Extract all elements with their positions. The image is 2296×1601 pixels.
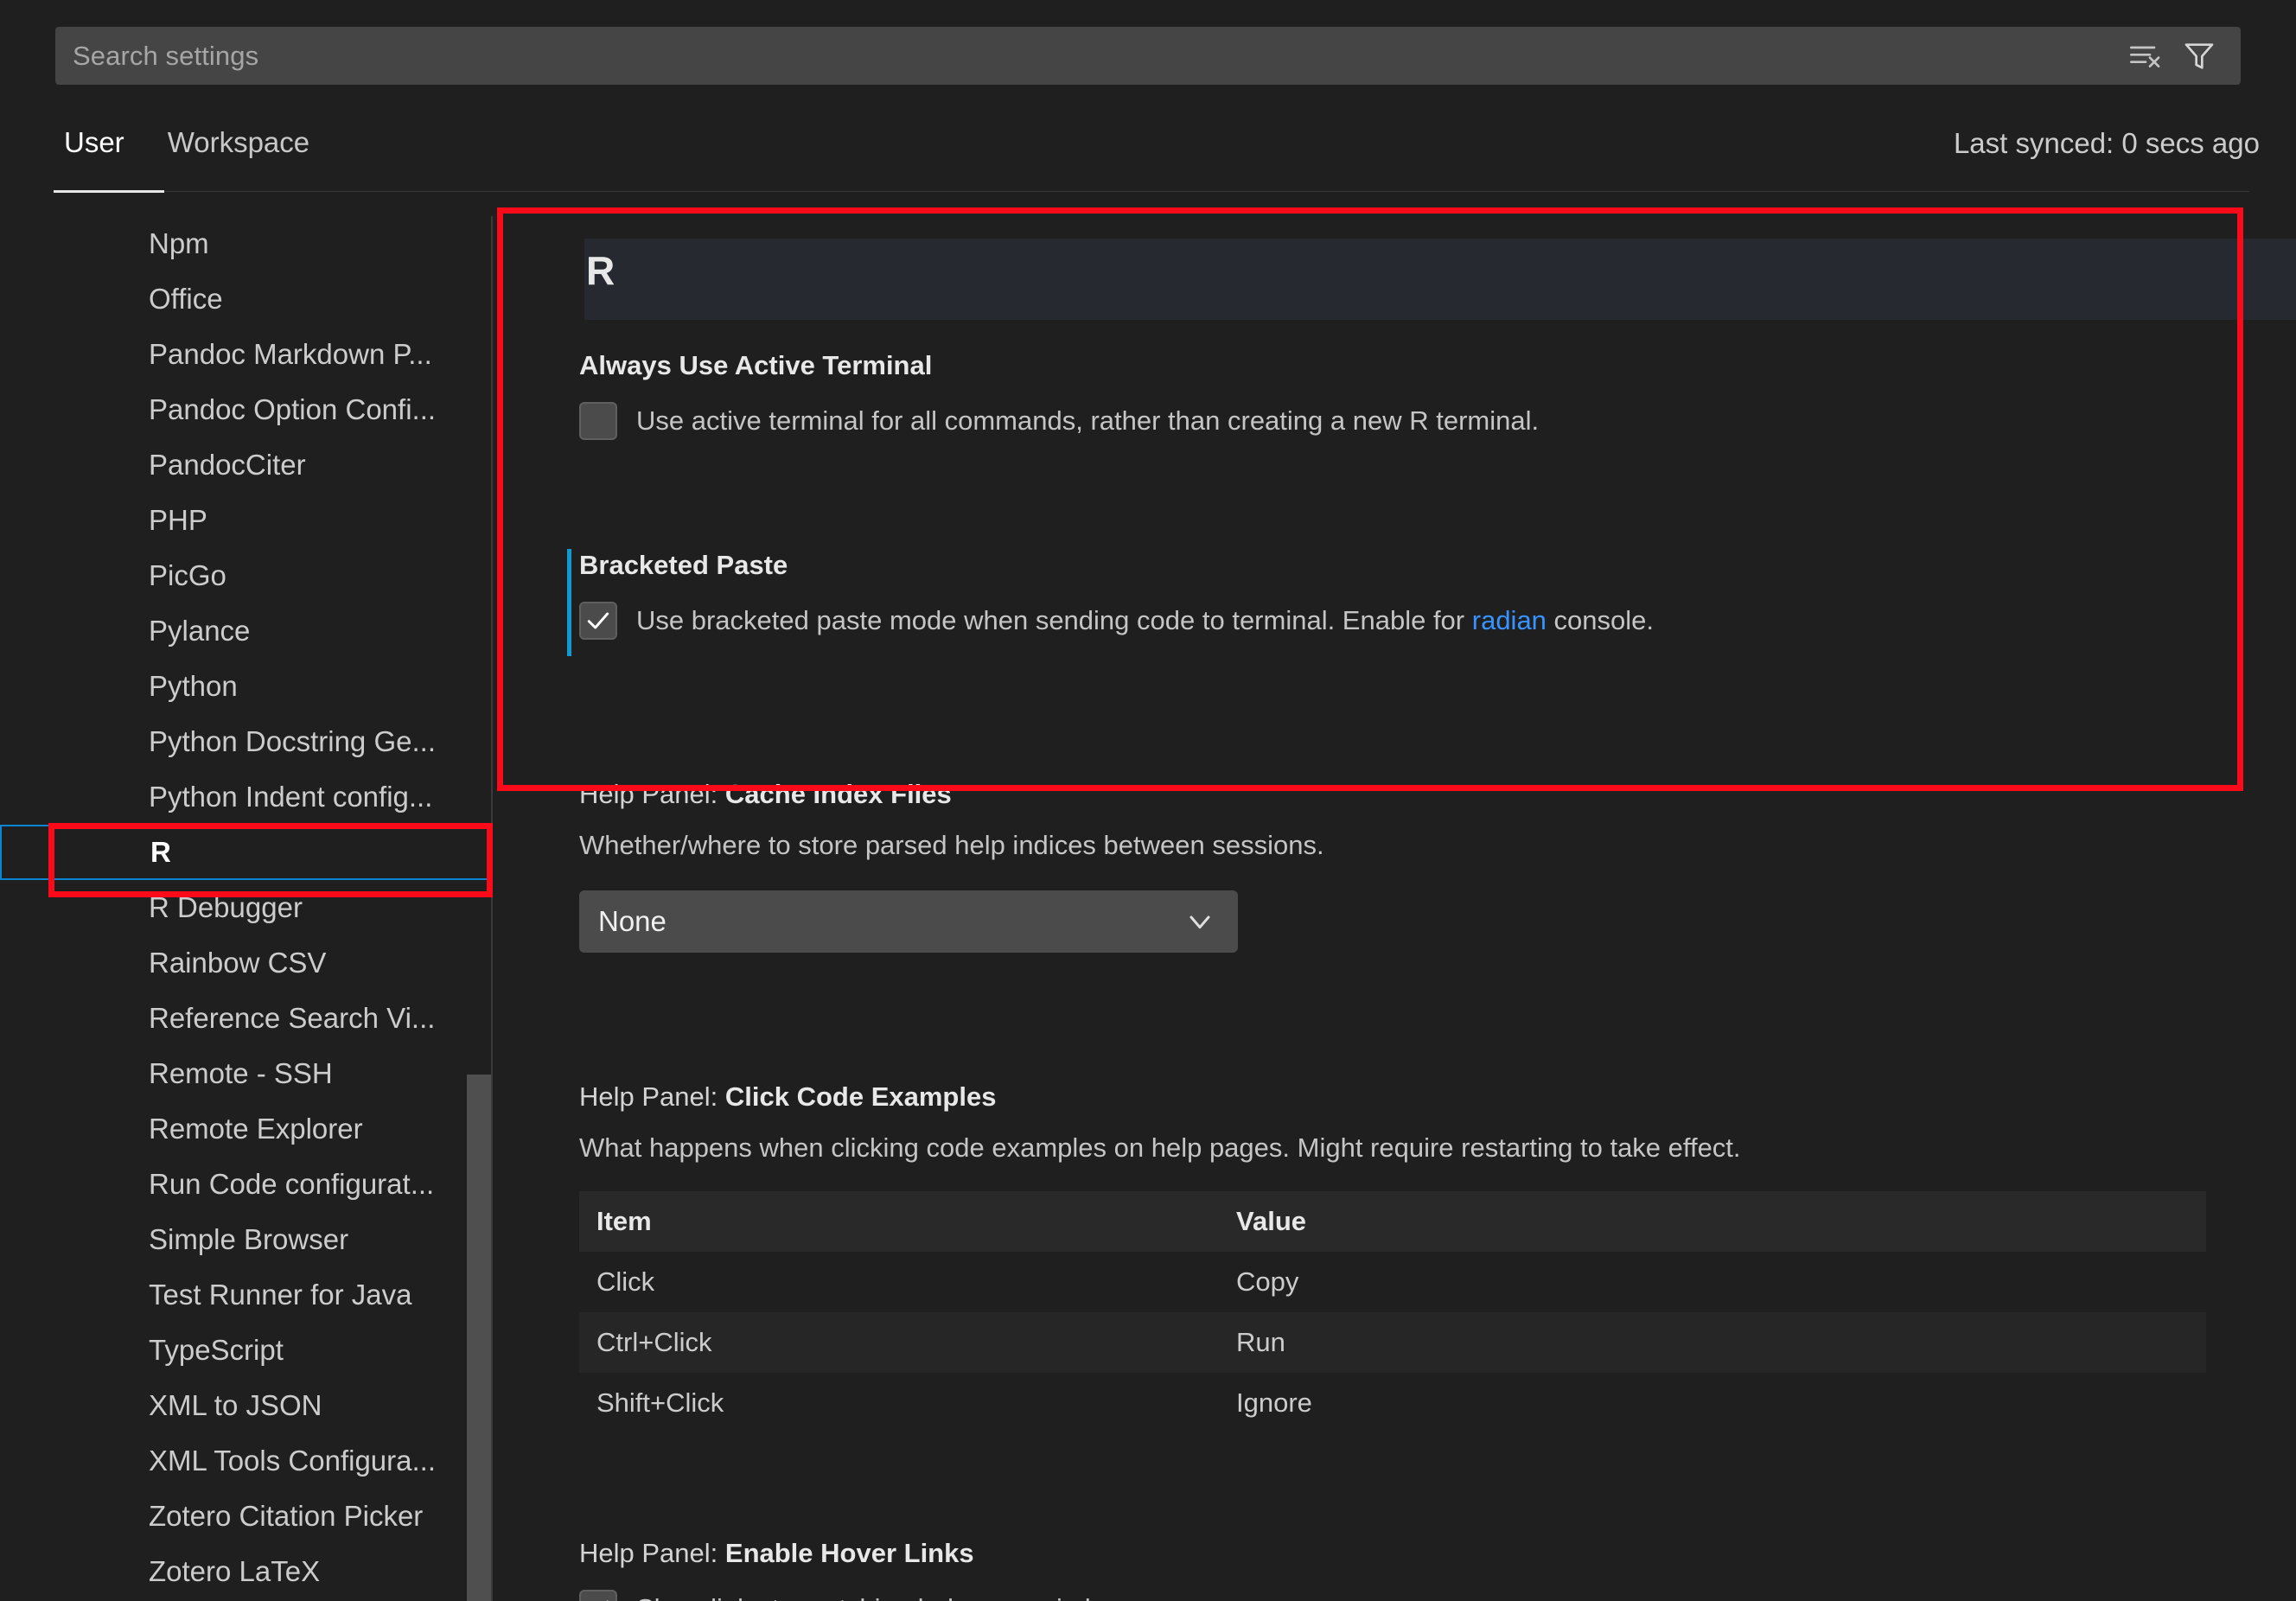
checkbox-label: Use bracketed paste mode when sending co…: [636, 605, 1654, 636]
sidebar-item-xml-tools-configuration[interactable]: XML Tools Configura...: [0, 1433, 491, 1489]
tabs-divider: [54, 191, 2249, 192]
sidebar-item-simple-browser[interactable]: Simple Browser: [0, 1212, 491, 1267]
table-cell-item: Shift+Click: [596, 1387, 724, 1418]
check-icon: [606, 1600, 609, 1601]
bracketed-paste-checkbox[interactable]: [579, 602, 617, 641]
sidebar-item-php[interactable]: PHP: [0, 493, 491, 548]
setting-enable-hover-links: Help Panel: Enable Hover Links Show link…: [579, 1537, 1151, 1601]
setting-title-prefix: Help Panel:: [579, 779, 725, 809]
page-title: R: [586, 248, 615, 293]
setting-checkbox-row[interactable]: Use active terminal for all commands, ra…: [579, 402, 1540, 441]
sidebar-item-picgo[interactable]: PicGo: [0, 548, 491, 603]
search-placeholder: Search settings: [73, 40, 259, 71]
sidebar-item-rainbow-csv[interactable]: Rainbow CSV: [0, 935, 491, 991]
table-header-value: Value: [1219, 1190, 2206, 1252]
sidebar-item-pandocciter[interactable]: PandocCiter: [0, 437, 491, 493]
search-actions: [2127, 37, 2241, 75]
setting-description: Whether/where to store parsed help indic…: [579, 830, 1324, 861]
sidebar-item-zotero-citation-picker[interactable]: Zotero Citation Picker: [0, 1489, 491, 1544]
section-header-background: [584, 239, 2296, 320]
setting-title-prefix: Help Panel:: [579, 1081, 725, 1112]
table-cell-value[interactable]: Ignore: [1219, 1373, 2206, 1433]
setting-title: Help Panel: Click Code Examples: [579, 1081, 2206, 1113]
dropdown-selected-value: None: [598, 904, 666, 937]
settings-toc-sidebar[interactable]: Npm Office Pandoc Markdown P... Pandoc O…: [0, 216, 491, 1601]
table-cell-value[interactable]: Copy: [1219, 1252, 2206, 1312]
sidebar-item-r-debugger[interactable]: R Debugger: [0, 880, 491, 935]
setting-bracketed-paste: Bracketed Paste Use bracketed paste mode…: [567, 549, 1654, 656]
sidebar-item-pandoc-markdown-preview[interactable]: Pandoc Markdown P...: [0, 327, 491, 382]
table-header-row: Item Value: [579, 1190, 2206, 1252]
always-use-active-terminal-checkbox[interactable]: [579, 402, 617, 441]
sidebar-item-python-docstring-generator[interactable]: Python Docstring Ge...: [0, 714, 491, 769]
sidebar-item-run-code-configuration[interactable]: Run Code configurat...: [0, 1157, 491, 1212]
setting-click-code-examples: Help Panel: Click Code Examples What hap…: [579, 1081, 2206, 1433]
radian-link[interactable]: radian: [1472, 605, 1547, 635]
check-icon: [587, 612, 609, 629]
setting-title: Help Panel: Enable Hover Links: [579, 1537, 1151, 1569]
checkbox-label-part1: Use bracketed paste mode when sending co…: [636, 605, 1472, 636]
table-row[interactable]: Ctrl+Click Run: [579, 1311, 2206, 1373]
sidebar-item-pylance[interactable]: Pylance: [0, 603, 491, 659]
setting-title-main: Click Code Examples: [724, 1081, 997, 1112]
sidebar-item-npm[interactable]: Npm: [0, 216, 491, 271]
sidebar-item-python[interactable]: Python: [0, 659, 491, 714]
setting-title: Help Panel: Cache Index Files: [579, 778, 1324, 810]
setting-checkbox-row[interactable]: Use bracketed paste mode when sending co…: [579, 602, 1654, 641]
settings-search-bar: Search settings: [0, 0, 2296, 104]
setting-title-prefix: Help Panel:: [579, 1538, 725, 1568]
click-code-examples-table: Item Value Click Copy Ctrl+Click Run Shi…: [579, 1190, 2206, 1433]
modified-setting-indicator: [567, 549, 571, 656]
setting-always-use-active-terminal: Always Use Active Terminal Use active te…: [579, 349, 1540, 441]
tab-user[interactable]: User: [54, 121, 135, 178]
table-cell-item: Ctrl+Click: [579, 1311, 1219, 1373]
sidebar-item-typescript[interactable]: TypeScript: [0, 1323, 491, 1378]
settings-tabs-row: User Workspace Last synced: 0 secs ago: [0, 104, 2296, 214]
table-header-item: Item: [579, 1190, 1219, 1252]
sidebar-item-pandoc-option-config[interactable]: Pandoc Option Confi...: [0, 382, 491, 437]
table-row[interactable]: Click Copy: [579, 1252, 2206, 1312]
sidebar-item-zotero-latex[interactable]: Zotero LaTeX: [0, 1544, 491, 1599]
checkbox-label: Show links to matching help pages in hov…: [636, 1593, 1151, 1601]
sidebar-item-python-indent-config[interactable]: Python Indent config...: [0, 769, 491, 825]
checkbox-label: Use active terminal for all commands, ra…: [636, 405, 1540, 437]
sidebar-item-reference-search-view[interactable]: Reference Search Vi...: [0, 991, 491, 1046]
setting-description: What happens when clicking code examples…: [579, 1132, 1741, 1164]
chevron-down-icon: [1189, 915, 1210, 929]
active-tab-underline: [54, 190, 164, 193]
setting-title-main: Enable Hover Links: [724, 1538, 974, 1568]
filter-funnel-icon[interactable]: [2180, 37, 2218, 75]
setting-title: Bracketed Paste: [579, 550, 788, 580]
setting-title: Always Use Active Terminal: [579, 350, 933, 380]
tab-workspace[interactable]: Workspace: [157, 121, 320, 178]
sidebar-item-remote-explorer[interactable]: Remote Explorer: [0, 1101, 491, 1157]
setting-cache-index-files: Help Panel: Cache Index Files Whether/wh…: [579, 778, 1324, 953]
sidebar-scrollbar[interactable]: [467, 1075, 491, 1601]
table-cell-item: Click: [596, 1266, 655, 1297]
settings-tabs: User Workspace: [54, 121, 320, 178]
setting-title-main: Cache Index Files: [724, 779, 952, 809]
settings-main-pane: R Always Use Active Terminal Use active …: [493, 216, 2296, 1601]
search-input[interactable]: Search settings: [55, 27, 2241, 85]
table-row[interactable]: Shift+Click Ignore: [579, 1373, 2206, 1433]
sidebar-item-xml-to-json[interactable]: XML to JSON: [0, 1378, 491, 1433]
sidebar-item-test-runner-for-java[interactable]: Test Runner for Java: [0, 1267, 491, 1323]
setting-checkbox-row[interactable]: Show links to matching help pages in hov…: [579, 1590, 1151, 1601]
cache-index-files-dropdown[interactable]: None: [579, 890, 1238, 953]
sidebar-item-r[interactable]: R: [0, 825, 491, 880]
sync-status: Last synced: 0 secs ago: [1953, 127, 2260, 159]
sidebar-item-office[interactable]: Office: [0, 271, 491, 327]
table-cell-value[interactable]: Run: [1219, 1311, 2206, 1373]
clear-filter-icon[interactable]: [2127, 37, 2165, 75]
sidebar-item-remote-ssh[interactable]: Remote - SSH: [0, 1046, 491, 1101]
enable-hover-links-checkbox[interactable]: [579, 1590, 617, 1601]
checkbox-label-part2: console.: [1546, 605, 1655, 636]
